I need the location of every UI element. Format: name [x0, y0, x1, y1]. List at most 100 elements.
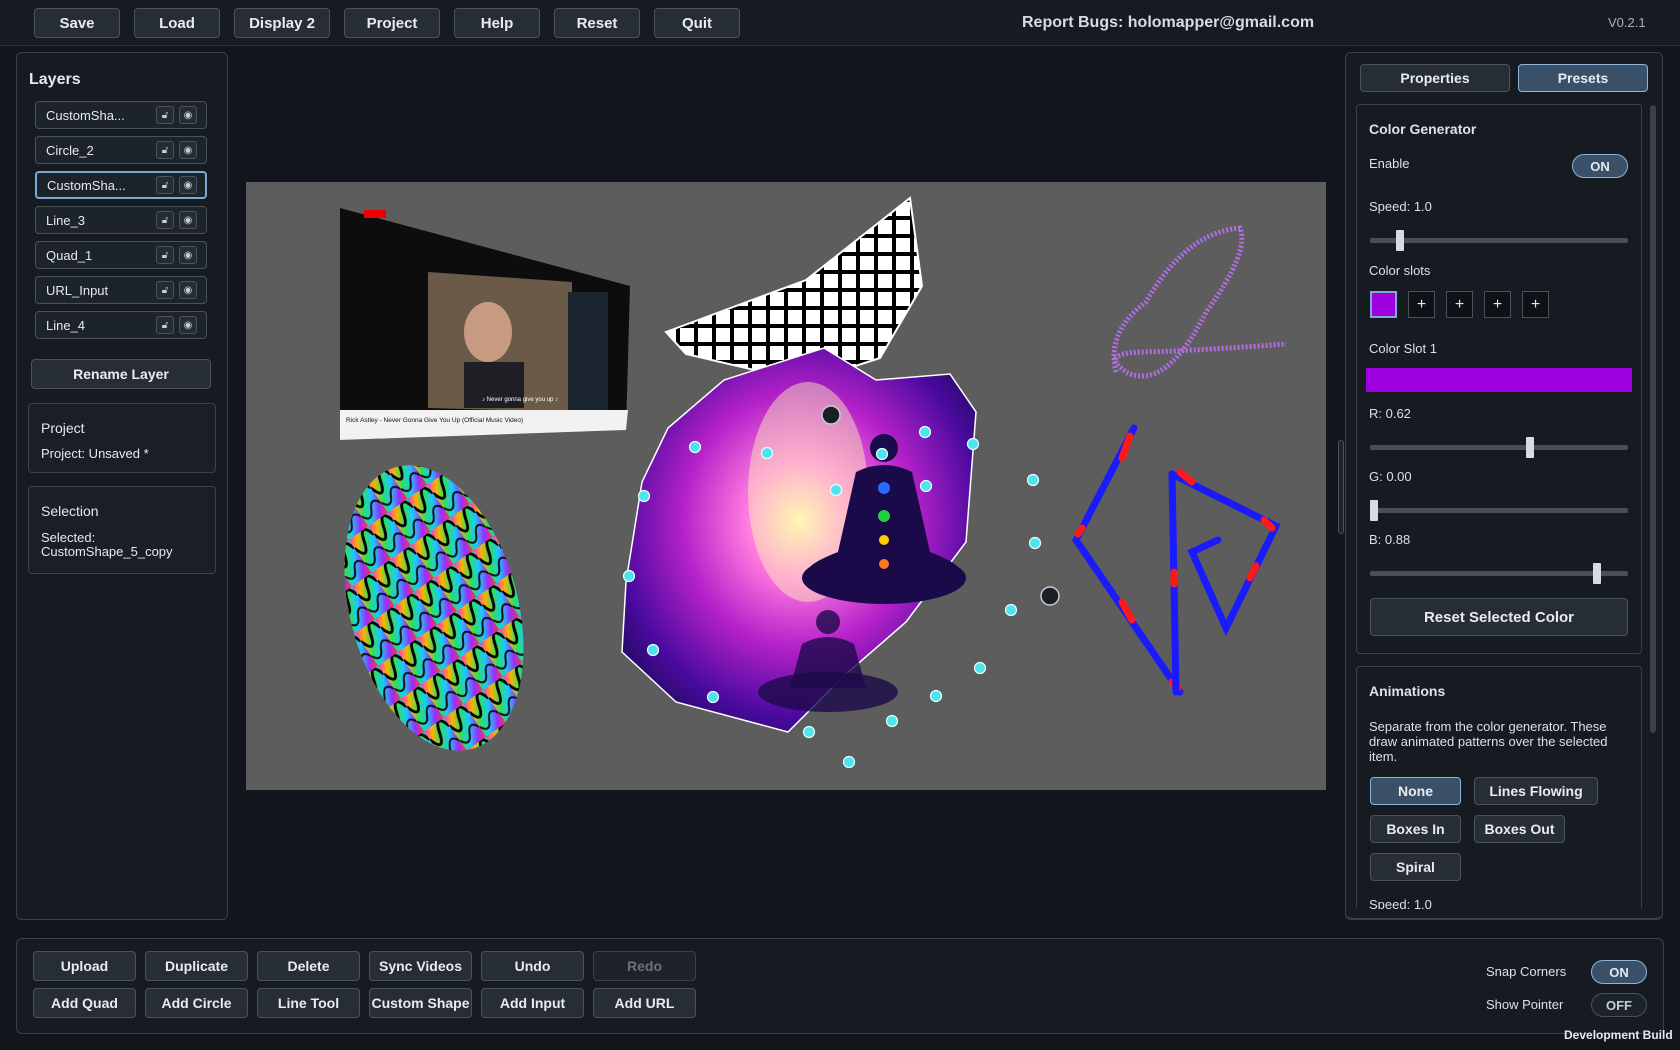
animation-boxes-out-button[interactable]: Boxes Out — [1474, 815, 1565, 843]
project-button[interactable]: Project — [344, 8, 440, 38]
video-title-text: Rick Astley - Never Gonna Give You Up (O… — [346, 417, 523, 424]
enable-toggle[interactable]: ON — [1572, 154, 1628, 178]
reset-selected-color-button[interactable]: Reset Selected Color — [1370, 598, 1628, 636]
video-face — [464, 302, 512, 362]
selection-title: Selection — [41, 503, 99, 519]
snap-corners-label: Snap Corners — [1486, 964, 1567, 979]
add-input-button[interactable]: Add Input — [481, 988, 584, 1018]
project-info-box: Project Project: Unsaved * — [28, 403, 216, 473]
panel-scrollbar[interactable] — [1650, 105, 1656, 733]
animation-lines-flowing-button[interactable]: Lines Flowing — [1474, 777, 1598, 805]
scale-handle-icon[interactable] — [821, 405, 841, 425]
layer-label: CustomSha... — [46, 107, 125, 123]
bottom-toolbar: Upload Duplicate Delete Sync Videos Undo… — [16, 938, 1664, 1034]
color-slot-1[interactable] — [1370, 291, 1397, 318]
rotate-handle-icon[interactable] — [1040, 586, 1060, 606]
delete-button[interactable]: Delete — [257, 951, 360, 981]
video-quad[interactable]: Rick Astley - Never Gonna Give You Up (O… — [340, 208, 630, 440]
add-color-slot-button[interactable]: + — [1522, 291, 1549, 318]
layer-label: Line_3 — [46, 212, 86, 228]
quit-button[interactable]: Quit — [654, 8, 740, 38]
lock-icon[interactable]: 🔓︎ — [156, 211, 174, 229]
undo-button[interactable]: Undo — [481, 951, 584, 981]
load-button[interactable]: Load — [134, 8, 220, 38]
rainbow-circle-shape[interactable] — [315, 445, 553, 771]
r-slider[interactable] — [1370, 437, 1628, 458]
custom-shape-button[interactable]: Custom Shape — [369, 988, 472, 1018]
show-pointer-toggle[interactable]: OFF — [1591, 993, 1647, 1017]
grid-mesh-shape[interactable] — [664, 196, 924, 384]
add-color-slot-button[interactable]: + — [1484, 291, 1511, 318]
speed-slider[interactable] — [1370, 230, 1628, 251]
canvas-svg: Rick Astley - Never Gonna Give You Up (O… — [315, 196, 1287, 771]
add-circle-button[interactable]: Add Circle — [145, 988, 248, 1018]
add-url-button[interactable]: Add URL — [593, 988, 696, 1018]
r-slider-thumb[interactable] — [1526, 437, 1534, 458]
eye-icon[interactable]: ◉ — [179, 106, 197, 124]
line-shapes[interactable] — [1071, 424, 1281, 696]
redo-button[interactable]: Redo — [593, 951, 696, 981]
selection-label: Selected: — [41, 530, 96, 545]
eye-icon[interactable]: ◉ — [179, 281, 197, 299]
heart-custom-shape[interactable] — [621, 347, 977, 733]
display-2-button[interactable]: Display 2 — [234, 8, 330, 38]
layer-item[interactable]: Line_3 🔓︎ ◉ — [35, 206, 207, 234]
projection-canvas[interactable]: Rick Astley - Never Gonna Give You Up (O… — [246, 182, 1326, 790]
upload-button[interactable]: Upload — [33, 951, 136, 981]
add-color-slot-button[interactable]: + — [1408, 291, 1435, 318]
reset-button[interactable]: Reset — [554, 8, 640, 38]
selection-info-box: Selection Selected: CustomShape_5_copy — [28, 486, 216, 574]
snap-corners-toggle[interactable]: ON — [1591, 960, 1647, 984]
layer-item[interactable]: Quad_1 🔓︎ ◉ — [35, 241, 207, 269]
eye-icon[interactable]: ◉ — [179, 141, 197, 159]
save-button[interactable]: Save — [34, 8, 120, 38]
rename-layer-button[interactable]: Rename Layer — [31, 359, 211, 389]
add-quad-button[interactable]: Add Quad — [33, 988, 136, 1018]
layer-item[interactable]: CustomSha... 🔓︎ ◉ — [35, 101, 207, 129]
g-slider[interactable] — [1370, 500, 1628, 521]
layer-label: Circle_2 — [46, 142, 94, 158]
add-color-slot-button[interactable]: + — [1446, 291, 1473, 318]
layer-item[interactable]: Circle_2 🔓︎ ◉ — [35, 136, 207, 164]
project-status: Project: Unsaved * — [41, 446, 149, 461]
animation-spiral-button[interactable]: Spiral — [1370, 853, 1461, 881]
tab-properties[interactable]: Properties — [1360, 64, 1510, 92]
scribble-line-shape[interactable] — [1111, 225, 1287, 379]
b-label: B: 0.88 — [1369, 532, 1411, 547]
lock-icon[interactable]: 🔓︎ — [156, 176, 174, 194]
show-pointer-label: Show Pointer — [1486, 997, 1564, 1012]
layer-item-selected[interactable]: CustomSha... 🔓︎ ◉ — [35, 171, 207, 199]
line-tool-button[interactable]: Line Tool — [257, 988, 360, 1018]
b-slider[interactable] — [1370, 563, 1628, 584]
eye-icon[interactable]: ◉ — [179, 246, 197, 264]
sync-videos-button[interactable]: Sync Videos — [369, 951, 472, 981]
eye-icon[interactable]: ◉ — [179, 211, 197, 229]
layer-label: CustomSha... — [47, 177, 126, 193]
layer-item[interactable]: Line_4 🔓︎ ◉ — [35, 311, 207, 339]
version-label: V0.2.1 — [1608, 15, 1646, 30]
eye-icon[interactable]: ◉ — [179, 176, 197, 194]
development-build-label: Development Build — [1564, 1028, 1673, 1042]
animations-description: Separate from the color generator. These… — [1369, 719, 1608, 764]
g-slider-thumb[interactable] — [1370, 500, 1378, 521]
selection-value: CustomShape_5_copy — [41, 544, 173, 559]
right-splitter-handle[interactable] — [1338, 440, 1344, 534]
lock-icon[interactable]: 🔓︎ — [156, 141, 174, 159]
help-button[interactable]: Help — [454, 8, 540, 38]
layer-label: Quad_1 — [46, 247, 93, 263]
duplicate-button[interactable]: Duplicate — [145, 951, 248, 981]
lock-icon[interactable]: 🔓︎ — [156, 106, 174, 124]
project-title: Project — [41, 420, 85, 436]
lock-icon[interactable]: 🔓︎ — [156, 246, 174, 264]
animation-boxes-in-button[interactable]: Boxes In — [1370, 815, 1461, 843]
eye-icon[interactable]: ◉ — [179, 316, 197, 334]
lock-icon[interactable]: 🔓︎ — [156, 316, 174, 334]
speed-slider-thumb[interactable] — [1396, 230, 1404, 251]
animation-none-button[interactable]: None — [1370, 777, 1461, 805]
top-toolbar: Save Load Display 2 Project Help Reset Q… — [0, 0, 1680, 46]
lock-icon[interactable]: 🔓︎ — [156, 281, 174, 299]
layer-item[interactable]: URL_Input 🔓︎ ◉ — [35, 276, 207, 304]
b-slider-thumb[interactable] — [1593, 563, 1601, 584]
tab-presets[interactable]: Presets — [1518, 64, 1648, 92]
color-slot-1-swatch[interactable] — [1366, 368, 1632, 392]
